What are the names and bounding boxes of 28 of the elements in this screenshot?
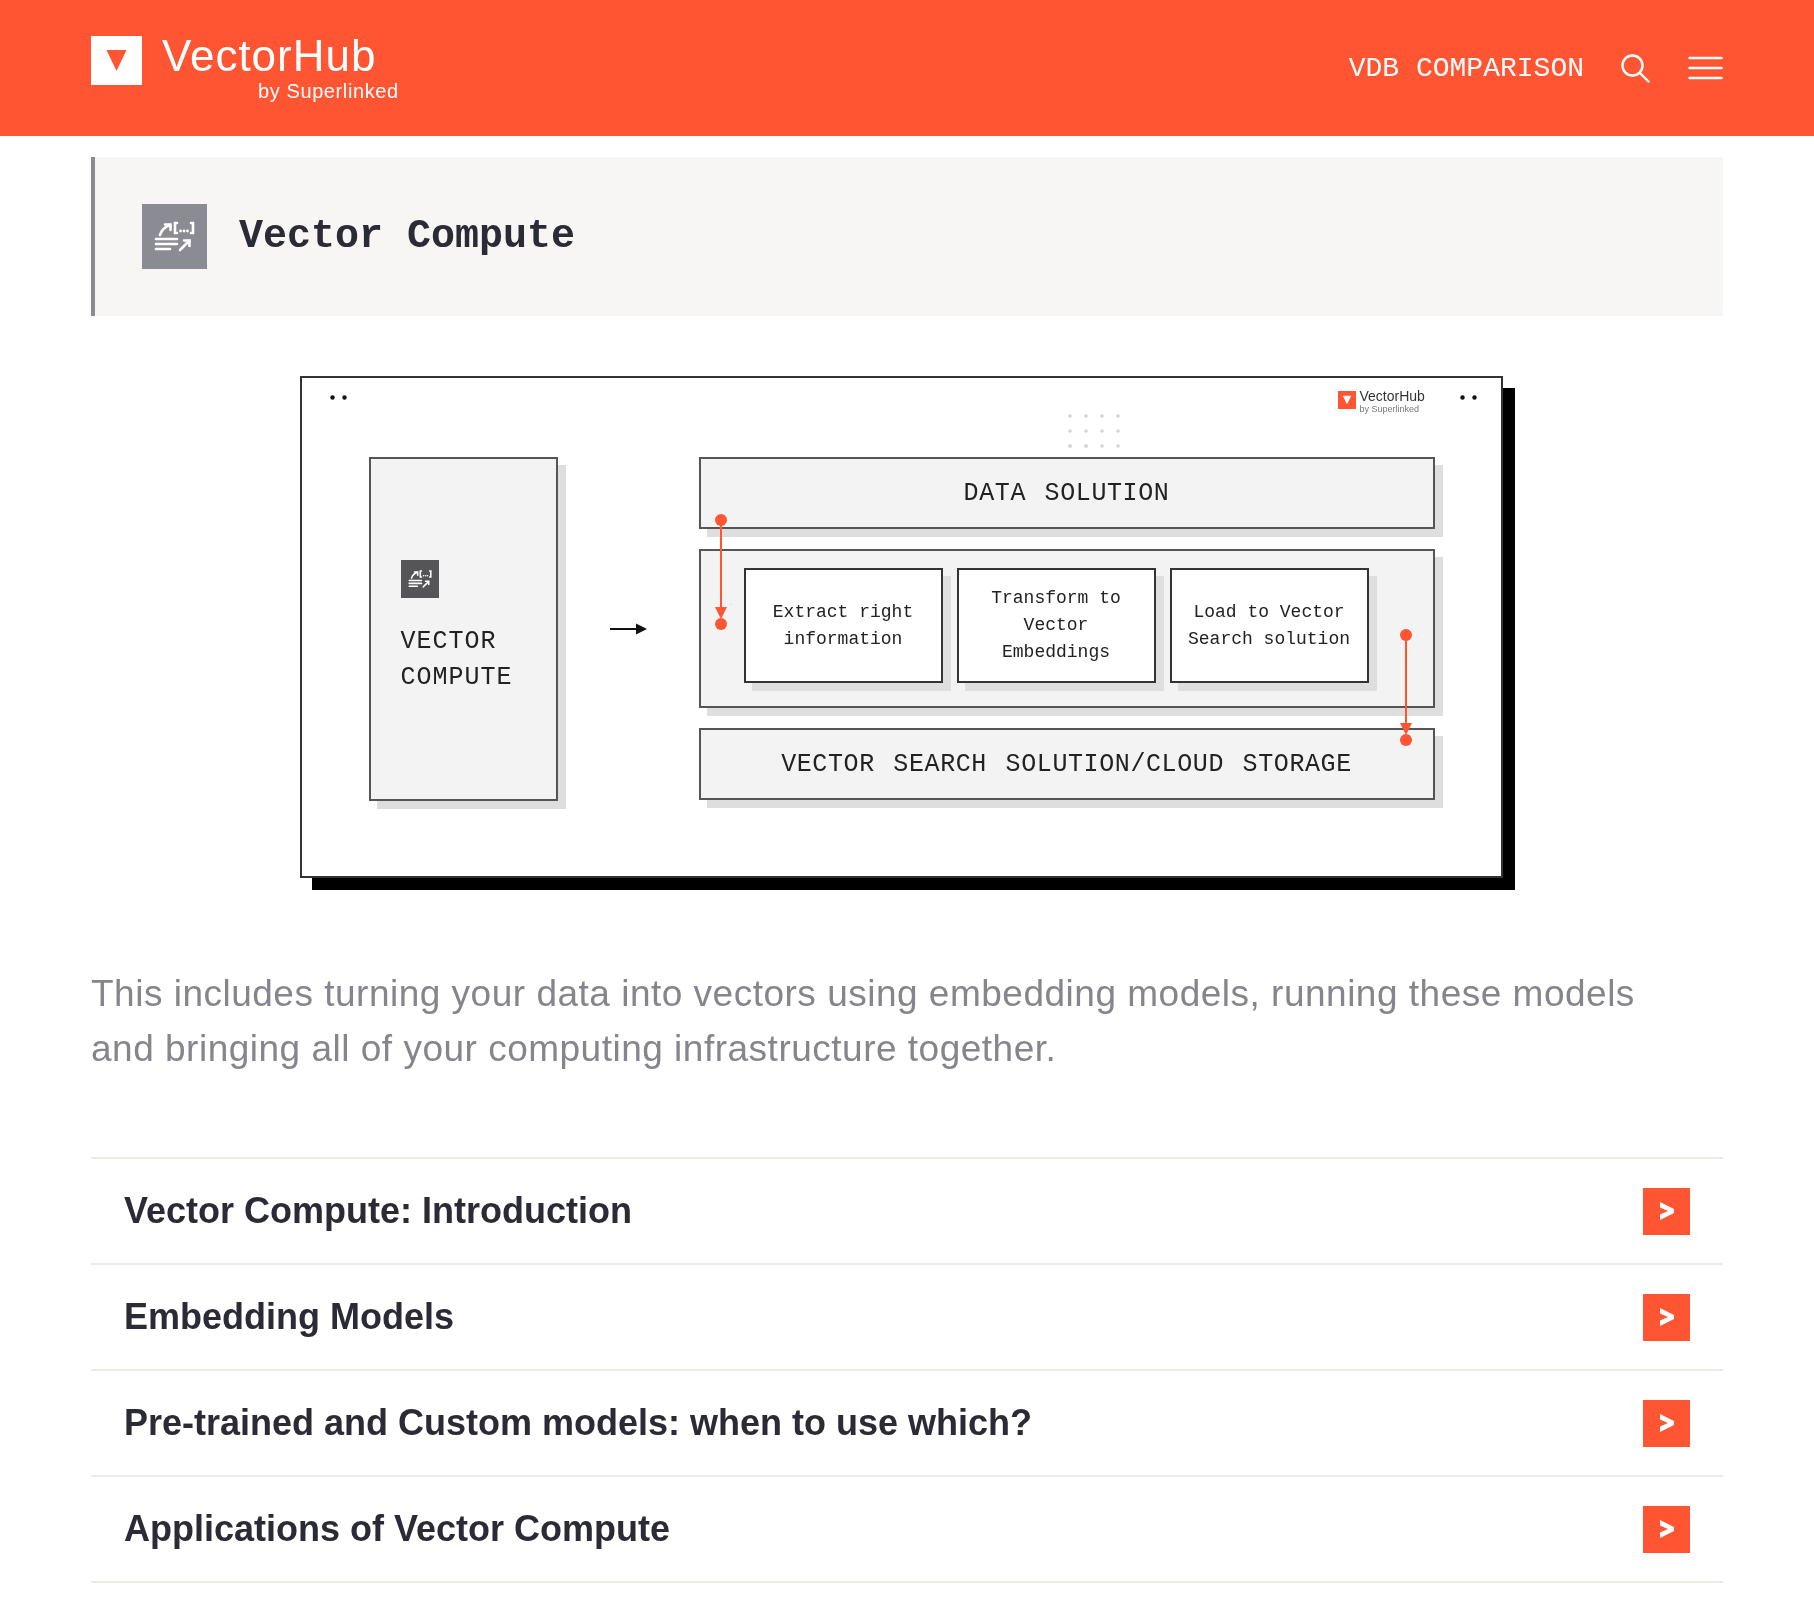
description-text: This includes turning your data into vectors using embedding models, running these models and bringing all of your computing infrastructure together. bbox=[91, 972, 1636, 1071]
section-title: Vector Compute bbox=[239, 214, 576, 259]
logo-tagline: by Superlinked bbox=[1359, 404, 1421, 414]
topic-link[interactable]: Pre-trained and Custom models: when to use which? bbox=[124, 1402, 1033, 1444]
arrows-brackets-icon bbox=[142, 204, 207, 269]
expand-button[interactable] bbox=[1643, 1399, 1690, 1447]
box-label: VECTOR COMPUTE bbox=[400, 626, 513, 694]
chevron-right-icon bbox=[1659, 1308, 1674, 1326]
chevron-right-icon bbox=[1659, 1202, 1674, 1220]
topic-link[interactable]: Embedding Models bbox=[124, 1296, 454, 1338]
expand-button[interactable] bbox=[1643, 1293, 1690, 1341]
logo-text: VectorHub bbox=[1359, 389, 1425, 404]
right-arrow-icon bbox=[609, 623, 647, 635]
topic-link[interactable]: Vector Compute: Introduction bbox=[124, 1190, 632, 1232]
window-dots-icon bbox=[329, 395, 347, 400]
expand-button[interactable] bbox=[1643, 1187, 1690, 1235]
logo-tagline: by Superlinked bbox=[258, 79, 399, 103]
chevron-right-icon bbox=[1659, 1520, 1674, 1538]
menu-icon[interactable] bbox=[1688, 56, 1723, 80]
window-dots-icon bbox=[1459, 395, 1477, 400]
search-icon[interactable] bbox=[1620, 53, 1650, 83]
logo-icon[interactable] bbox=[91, 36, 142, 85]
chevron-right-icon bbox=[1659, 1414, 1674, 1432]
expand-button[interactable] bbox=[1643, 1505, 1690, 1553]
arrows-brackets-icon bbox=[400, 560, 439, 598]
dot-grid-drawing bbox=[1066, 413, 1121, 449]
topic-link[interactable]: Applications of Vector Compute bbox=[124, 1508, 671, 1550]
logo-icon bbox=[1337, 391, 1356, 409]
